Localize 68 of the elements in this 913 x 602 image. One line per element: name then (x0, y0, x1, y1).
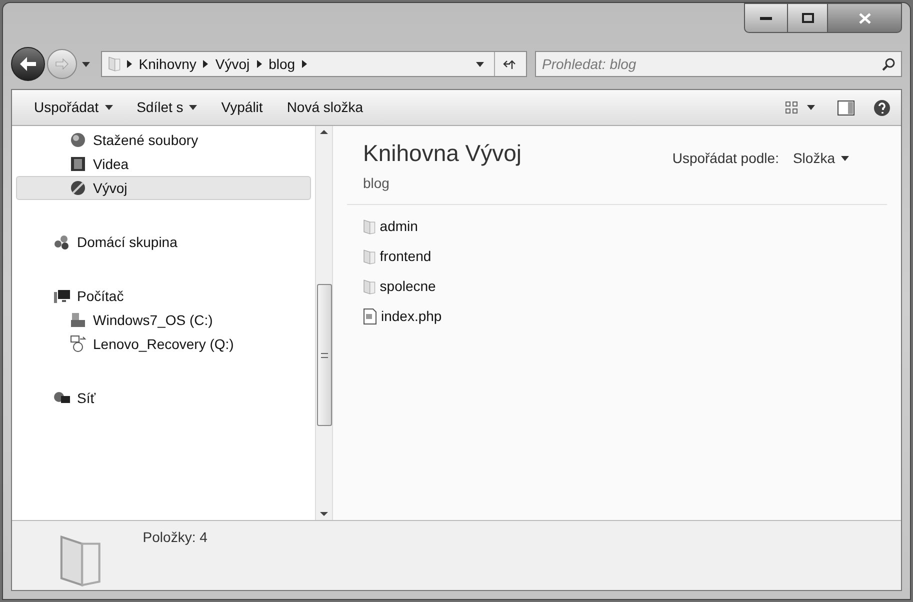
minimize-button[interactable] (744, 3, 788, 33)
maximize-button[interactable] (788, 3, 828, 33)
help-icon (873, 98, 891, 116)
address-bar[interactable]: Knihovny Vývoj blog (101, 51, 527, 77)
scrollbar[interactable] (315, 126, 333, 520)
arrange-by-label: Uspořádat podle: (672, 149, 779, 168)
sidebar-item[interactable]: Lenovo_Recovery (Q:) (16, 332, 311, 356)
file-item[interactable]: spolecne (363, 274, 887, 298)
item-count: Položky: 4 (142, 528, 208, 547)
back-arrow-icon (19, 56, 37, 72)
file-item[interactable]: index.php (363, 304, 887, 328)
scroll-down-icon (320, 512, 328, 516)
folder-icon (108, 56, 121, 72)
search-icon (882, 57, 896, 71)
arrange-by-dropdown[interactable]: Složka (792, 148, 849, 169)
folder-icon (363, 218, 376, 234)
arrow-icon (256, 60, 262, 68)
disc-icon (69, 179, 87, 197)
globe-icon (69, 131, 87, 149)
folder-icon (363, 278, 376, 294)
breadcrumb-link[interactable]: Vývoj (215, 54, 250, 74)
close-button[interactable] (828, 3, 902, 33)
library-subtitle: blog (363, 174, 390, 193)
preview-pane-button[interactable] (837, 100, 855, 116)
sidebar-item[interactable]: Síť (16, 386, 311, 410)
toolbar-button[interactable]: Sdílet s (124, 94, 210, 122)
scroll-up-icon (320, 130, 328, 134)
folder-icon (363, 248, 376, 264)
breadcrumb-link[interactable]: Knihovny (138, 54, 196, 74)
caret-icon (82, 62, 90, 66)
arrow-icon (302, 60, 308, 68)
arrow-icon (203, 60, 208, 68)
sidebar-item[interactable]: Windows7_OS (C:) (16, 308, 311, 332)
help-button[interactable] (873, 98, 891, 116)
caret-icon (841, 156, 849, 161)
search-field[interactable]: Prohledat: blog (535, 51, 902, 77)
homegroup-icon (53, 233, 71, 251)
caret-icon (104, 105, 113, 110)
maximize-icon (802, 13, 814, 23)
caret-icon (189, 105, 198, 110)
library-title: Knihovna Vývoj (363, 139, 522, 168)
file-item[interactable]: admin (363, 214, 887, 238)
sidebar-item[interactable]: Počítač (16, 284, 311, 308)
sidebar-item[interactable]: Vývoj (16, 176, 311, 200)
sidebar-item[interactable]: Videa (16, 152, 311, 176)
film-icon (69, 155, 87, 173)
forward-arrow-icon (55, 58, 69, 70)
toolbar-button[interactable]: Vypálit (209, 94, 275, 122)
arrow-icon (126, 60, 132, 68)
caret-icon (476, 62, 484, 66)
caret-icon (807, 105, 815, 110)
sidebar-item[interactable]: Domácí skupina (16, 230, 311, 254)
scrollbar-thumb[interactable] (316, 284, 332, 426)
minimize-icon (760, 16, 772, 20)
view-grid-icon (785, 100, 799, 114)
toolbar-button[interactable]: Uspořádat (22, 94, 125, 122)
document-icon (363, 308, 377, 325)
toolbar-button[interactable]: Nová složka (274, 94, 376, 122)
breadcrumb-link[interactable]: blog (268, 54, 296, 74)
close-icon (858, 12, 870, 24)
recovery-icon (69, 335, 87, 353)
drive-icon (69, 311, 87, 329)
grip-icon (320, 352, 328, 358)
file-item[interactable]: frontend (363, 244, 887, 268)
computer-icon (53, 287, 71, 305)
sidebar-item[interactable]: Stažené soubory (16, 128, 311, 152)
preview-pane-icon (837, 100, 855, 116)
back-button[interactable] (11, 47, 45, 81)
